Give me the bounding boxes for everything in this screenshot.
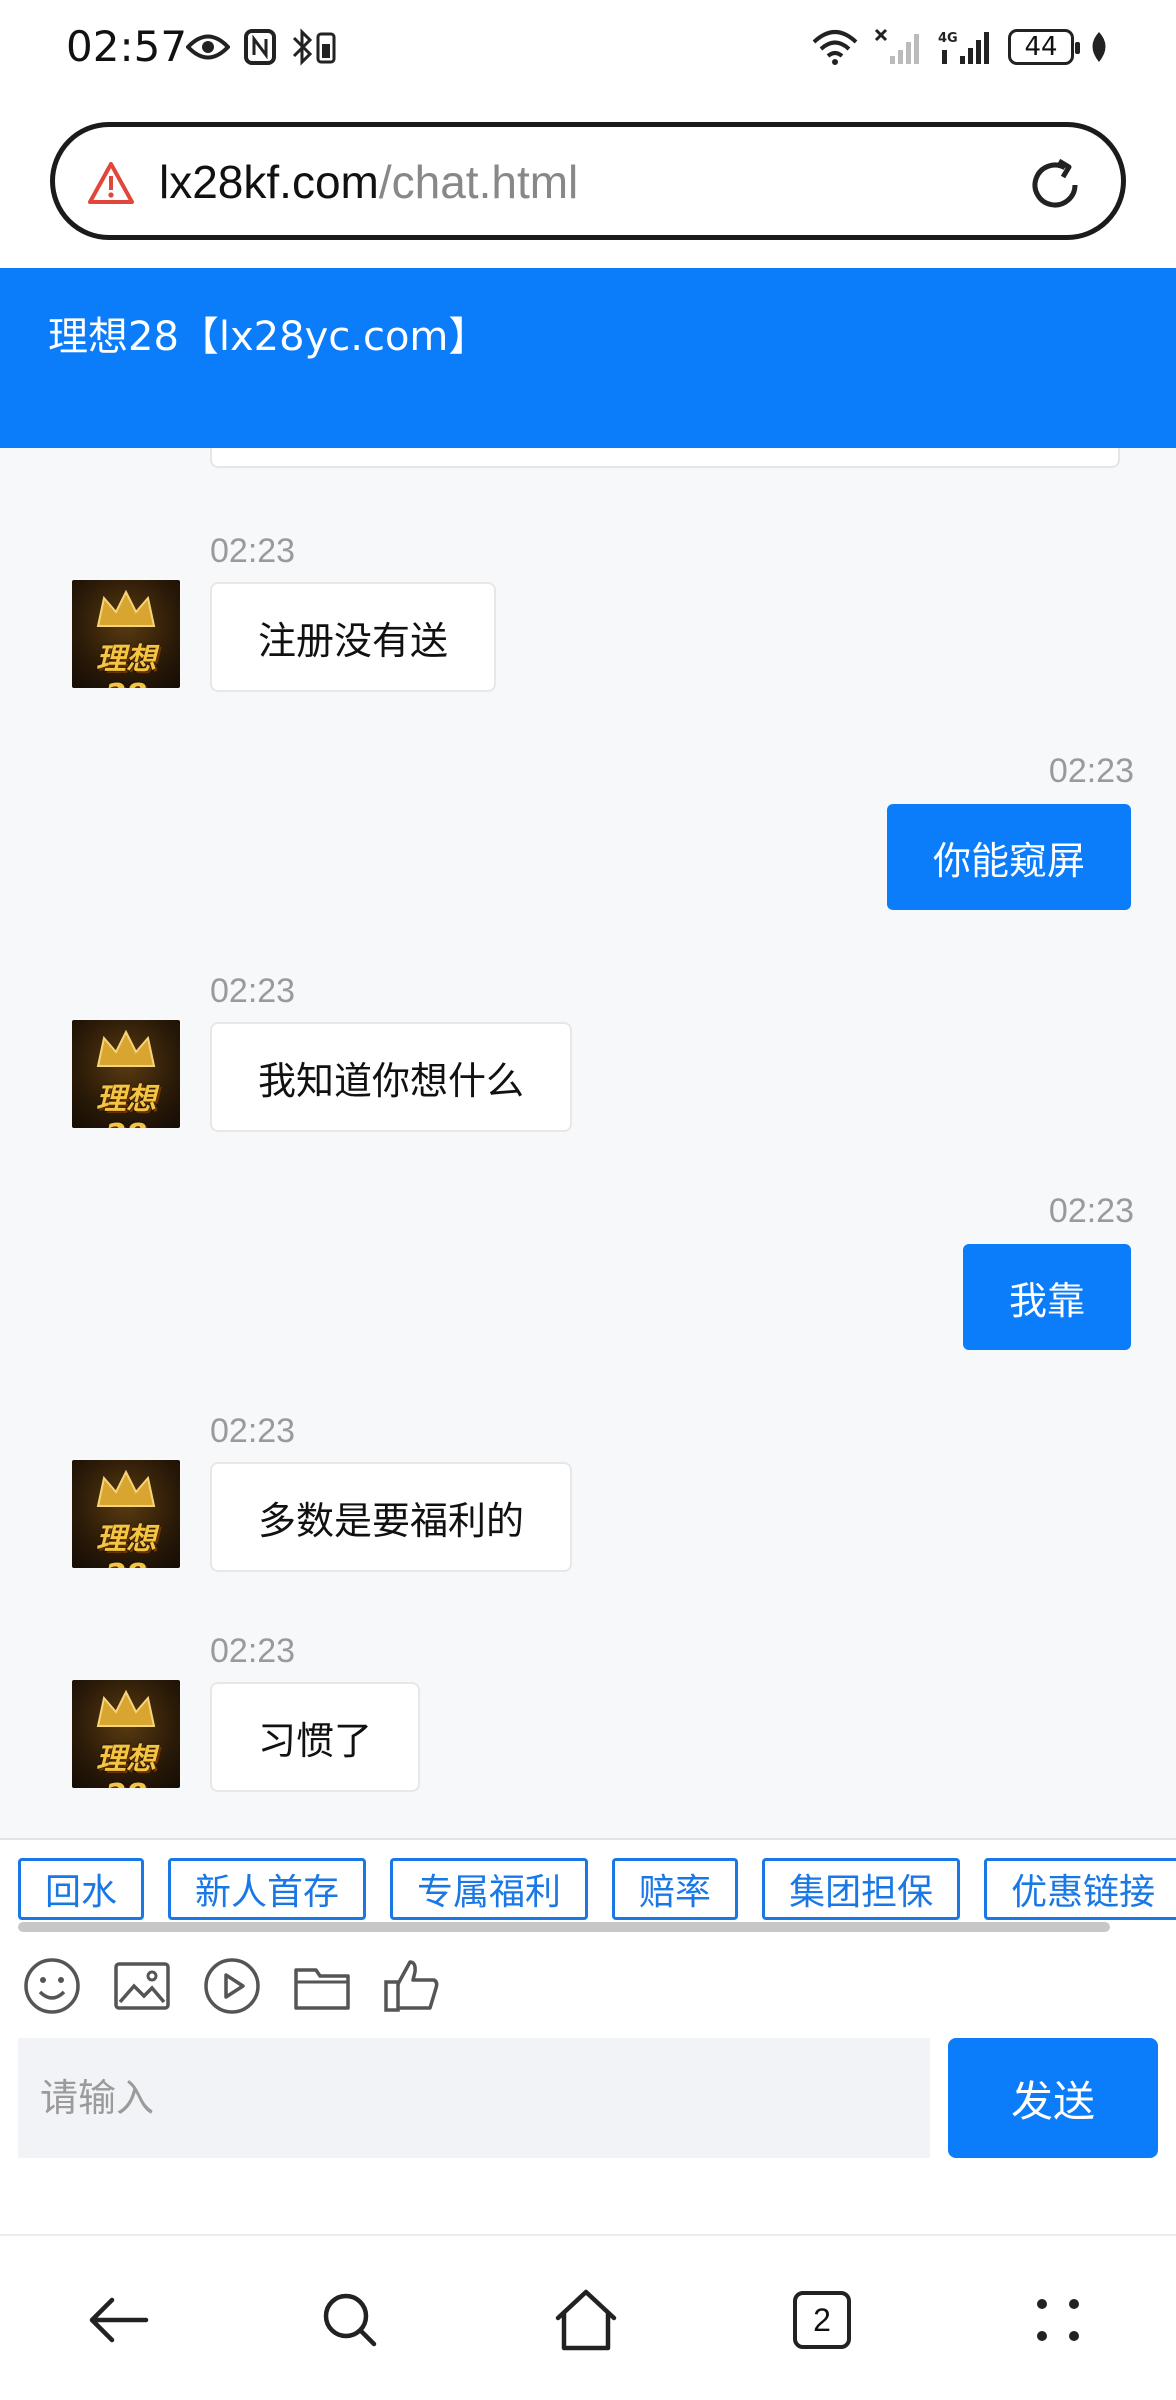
send-button[interactable]: 发送	[948, 2038, 1158, 2158]
address-bar[interactable]: lx28kf.com/chat.html	[50, 122, 1126, 240]
avatar[interactable]: 理想28	[72, 1460, 180, 1568]
avatar-logo-text: 理想28	[96, 642, 156, 688]
search-button[interactable]	[310, 2280, 390, 2360]
message-bubble-received: 多数是要福利的	[210, 1462, 573, 1572]
message-bubble-received: 我知道你想什么	[210, 1022, 573, 1132]
message-time: 02:23	[1048, 1192, 1134, 1230]
message-time: 02:23	[1048, 752, 1134, 790]
status-left-icons	[186, 28, 340, 66]
message-bubble-received: 习惯了	[210, 1682, 421, 1792]
status-bar: 02:57 4G 44	[0, 0, 1176, 100]
clipped-message	[210, 448, 1120, 468]
tabs-count: 2	[793, 2291, 851, 2349]
message-time: 02:23	[210, 972, 296, 1010]
url-text[interactable]: lx28kf.com/chat.html	[159, 155, 578, 209]
home-button[interactable]	[546, 2280, 626, 2360]
crown-icon	[96, 1469, 156, 1507]
back-button[interactable]	[78, 2280, 158, 2360]
crown-icon	[96, 1689, 156, 1727]
message-list[interactable]: 02:23 理想28 注册没有送 02:23 你能窥屏 02:23 理想28 我…	[0, 448, 1176, 1838]
quick-tag[interactable]: 集团担保	[762, 1858, 961, 1920]
emoji-icon[interactable]	[22, 1956, 82, 2016]
message-time: 02:23	[210, 1412, 296, 1450]
avatar[interactable]: 理想28	[72, 580, 180, 688]
message-input[interactable]	[18, 2038, 930, 2158]
svg-text:4G: 4G	[938, 31, 958, 46]
menu-dots-icon	[1037, 2299, 1079, 2341]
back-arrow-icon	[89, 2297, 149, 2343]
browser-bottom-nav: 2	[0, 2234, 1176, 2400]
reload-icon[interactable]	[1025, 155, 1085, 215]
avatar[interactable]: 理想28	[72, 1680, 180, 1788]
leaf-icon	[1092, 32, 1106, 62]
avatar-logo-text: 理想28	[96, 1522, 156, 1568]
quick-tag[interactable]: 新人首存	[168, 1858, 367, 1920]
quick-tag[interactable]: 赔率	[612, 1858, 739, 1920]
url-path: /chat.html	[378, 156, 579, 208]
status-time: 02:57	[66, 22, 188, 71]
bluetooth-battery-icon	[292, 28, 336, 66]
image-icon[interactable]	[112, 1956, 172, 2016]
tabs-button[interactable]: 2	[782, 2280, 862, 2360]
eye-icon	[186, 34, 230, 60]
toolbar	[0, 1934, 1176, 2034]
home-icon	[555, 2289, 617, 2351]
thumbs-up-icon[interactable]	[382, 1956, 442, 2016]
crown-icon	[96, 589, 156, 627]
signal-4g-icon: 4G	[938, 31, 989, 64]
crown-icon	[96, 1029, 156, 1067]
message-bubble-received: 注册没有送	[210, 582, 497, 692]
chat-title: 理想28【lx28yc.com】	[48, 314, 489, 360]
signal-no-sim-icon	[874, 28, 919, 64]
battery-indicator: 44	[1008, 29, 1080, 65]
message-time: 02:23	[210, 532, 296, 570]
quick-tag[interactable]: 专属福利	[390, 1858, 589, 1920]
avatar-logo-text: 理想28	[96, 1742, 156, 1788]
avatar[interactable]: 理想28	[72, 1020, 180, 1128]
menu-button[interactable]	[1018, 2280, 1098, 2360]
message-time: 02:23	[210, 1632, 296, 1670]
video-icon[interactable]	[202, 1956, 262, 2016]
status-right-icons: 4G 44	[810, 28, 1110, 66]
quick-tag[interactable]: 优惠链接	[984, 1858, 1176, 1920]
composer: 发送	[0, 2034, 1176, 2234]
folder-icon[interactable]	[292, 1956, 352, 2016]
avatar-logo-text: 理想28	[96, 1082, 156, 1128]
message-bubble-sent: 我靠	[962, 1244, 1131, 1350]
quick-tags-scrollbar[interactable]	[18, 1922, 1110, 1932]
url-domain: lx28kf.com	[159, 156, 379, 208]
message-bubble-sent: 你能窥屏	[886, 804, 1131, 910]
chat-header: 理想28【lx28yc.com】	[0, 268, 1176, 448]
quick-reply-tags: 回水 新人首存 专属福利 赔率 集团担保 优惠链接	[18, 1858, 1176, 1920]
quick-tag[interactable]: 回水	[18, 1858, 145, 1920]
search-icon	[323, 2293, 377, 2347]
battery-level: 44	[1024, 32, 1058, 62]
warning-icon[interactable]	[87, 161, 135, 205]
nfc-icon	[244, 29, 276, 65]
quick-reply-bar: 回水 新人首存 专属福利 赔率 集团担保 优惠链接	[0, 1838, 1176, 1934]
wifi-icon	[812, 30, 858, 65]
